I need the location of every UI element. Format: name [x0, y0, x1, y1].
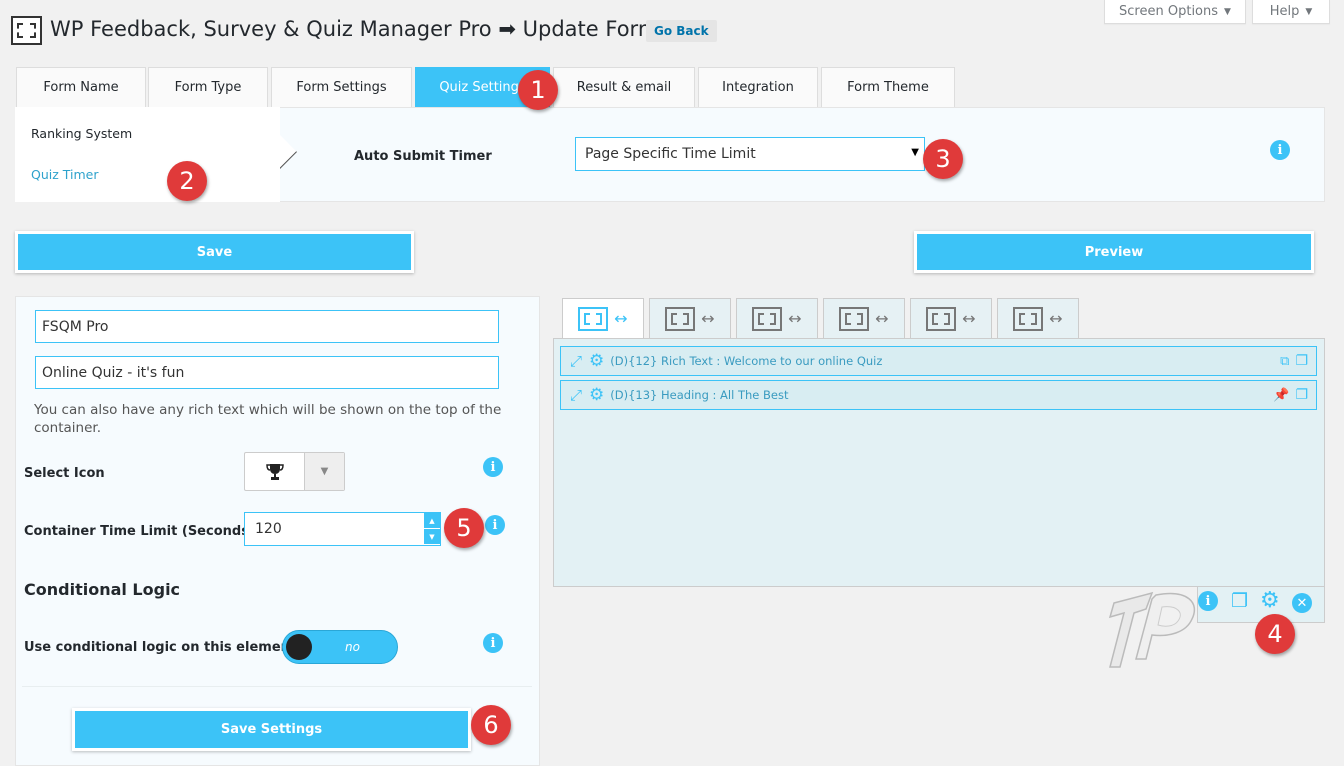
callout-5: 5	[444, 508, 484, 548]
save-button[interactable]: Save	[15, 231, 414, 273]
builder-tab-6[interactable]: ↔	[997, 298, 1079, 338]
gear-icon[interactable]: ⚙	[589, 385, 604, 405]
tab-result-email[interactable]: Result & email	[553, 67, 695, 107]
builder-element-row[interactable]: ⤢ ⚙ (D){12} Rich Text : Welcome to our o…	[560, 346, 1317, 376]
info-icon[interactable]: i	[483, 457, 503, 477]
container-subtitle-input[interactable]: Online Quiz - it's fun	[35, 356, 499, 389]
pin-icon[interactable]: 📌	[1273, 388, 1289, 403]
copy-icon[interactable]: ❐	[1295, 387, 1308, 403]
container-title-input[interactable]: FSQM Pro	[35, 310, 499, 343]
info-icon[interactable]: i	[485, 515, 505, 535]
form-builder-icon	[11, 16, 42, 45]
save-settings-button[interactable]: Save Settings	[72, 708, 471, 751]
element-label: (D){12} Rich Text : Welcome to our onlin…	[610, 354, 883, 368]
toggle-knob	[286, 634, 312, 660]
subnav-item-ranking-system[interactable]: Ranking System	[31, 126, 132, 141]
preview-button[interactable]: Preview	[914, 231, 1314, 273]
stepper-down-icon[interactable]: ▼	[424, 529, 440, 545]
chevron-down-icon[interactable]: ▼	[304, 453, 344, 490]
callout-2: 2	[167, 161, 207, 201]
conditional-logic-heading: Conditional Logic	[24, 580, 181, 599]
container-icon	[665, 306, 696, 331]
container-icon	[926, 306, 957, 331]
caret-down-icon: ▼	[911, 147, 919, 158]
container-time-limit-input[interactable]: 120 ▲ ▼	[244, 512, 441, 546]
caret-down-icon: ▼	[1224, 6, 1231, 17]
builder-tab-4[interactable]: ↔	[823, 298, 905, 338]
rich-text-help: You can also have any rich text which wi…	[34, 402, 502, 436]
tab-form-settings[interactable]: Form Settings	[271, 67, 412, 107]
code-file-icon[interactable]: ⧉	[1280, 354, 1289, 369]
builder-tab-1[interactable]: ↔	[562, 298, 644, 338]
resize-horizontal-icon: ↔	[701, 309, 715, 328]
resize-horizontal-icon: ↔	[1049, 309, 1063, 328]
divider	[22, 686, 532, 687]
toggle-state: no	[345, 640, 360, 654]
container-icon	[839, 306, 870, 331]
copy-icon[interactable]: ❐	[1231, 590, 1248, 612]
container-time-limit-label: Container Time Limit (Seconds)	[24, 524, 255, 539]
arrow-right-icon: ➡	[498, 17, 516, 41]
resize-horizontal-icon: ↔	[875, 309, 889, 328]
builder-tab-5[interactable]: ↔	[910, 298, 992, 338]
subnav-item-quiz-timer[interactable]: Quiz Timer	[31, 167, 99, 182]
auto-submit-timer-value: Page Specific Time Limit	[585, 146, 756, 162]
callout-3: 3	[923, 139, 963, 179]
go-back-button[interactable]: Go Back	[646, 20, 717, 42]
conditional-logic-label: Use conditional logic on this element	[24, 640, 297, 655]
tab-form-type[interactable]: Form Type	[148, 67, 268, 107]
expand-icon[interactable]: ⤢	[570, 386, 582, 404]
callout-1: 1	[518, 70, 558, 110]
resize-horizontal-icon: ↔	[614, 309, 628, 328]
element-label: (D){13} Heading : All The Best	[610, 388, 789, 402]
tab-integration[interactable]: Integration	[698, 67, 818, 107]
container-icon	[752, 306, 783, 331]
trophy-icon	[266, 464, 284, 480]
gear-icon[interactable]: ⚙	[589, 351, 604, 371]
expand-icon[interactable]: ⤢	[570, 352, 582, 370]
select-icon-label: Select Icon	[24, 466, 105, 481]
callout-4: 4	[1255, 614, 1295, 654]
page-title: WP Feedback, Survey & Quiz Manager Pro ➡…	[50, 17, 659, 41]
info-icon[interactable]: i	[483, 633, 503, 653]
builder-tab-3[interactable]: ↔	[736, 298, 818, 338]
container-icon	[1013, 306, 1044, 331]
stepper-up-icon[interactable]: ▲	[424, 513, 440, 529]
auto-submit-timer-label: Auto Submit Timer	[354, 149, 492, 164]
auto-submit-timer-select[interactable]: Page Specific Time Limit ▼	[575, 137, 925, 171]
info-icon[interactable]: i	[1270, 140, 1290, 160]
ipanelthemes-logo-icon	[1108, 591, 1196, 668]
copy-icon[interactable]: ❐	[1295, 353, 1308, 369]
tab-form-name[interactable]: Form Name	[16, 67, 146, 107]
container-icon	[578, 306, 609, 331]
close-icon[interactable]: ✕	[1292, 593, 1312, 613]
gear-icon[interactable]: ⚙	[1260, 588, 1280, 613]
time-limit-stepper[interactable]: ▲ ▼	[424, 513, 440, 545]
help-button[interactable]: Help ▼	[1252, 0, 1330, 24]
callout-6: 6	[471, 705, 511, 745]
help-label: Help	[1269, 4, 1300, 19]
icon-select[interactable]: ▼	[244, 452, 345, 491]
tab-form-theme[interactable]: Form Theme	[821, 67, 955, 107]
builder-tab-2[interactable]: ↔	[649, 298, 731, 338]
time-limit-value: 120	[255, 521, 282, 537]
screen-options-button[interactable]: Screen Options ▼	[1104, 0, 1246, 24]
quiz-settings-subnav	[15, 107, 280, 202]
screen-options-label: Screen Options	[1119, 4, 1219, 19]
resize-horizontal-icon: ↔	[788, 309, 802, 328]
builder-element-row[interactable]: ⤢ ⚙ (D){13} Heading : All The Best 📌 ❐	[560, 380, 1317, 410]
caret-down-icon: ▼	[1305, 6, 1313, 17]
resize-horizontal-icon: ↔	[962, 309, 976, 328]
conditional-logic-toggle[interactable]: no	[282, 630, 398, 664]
